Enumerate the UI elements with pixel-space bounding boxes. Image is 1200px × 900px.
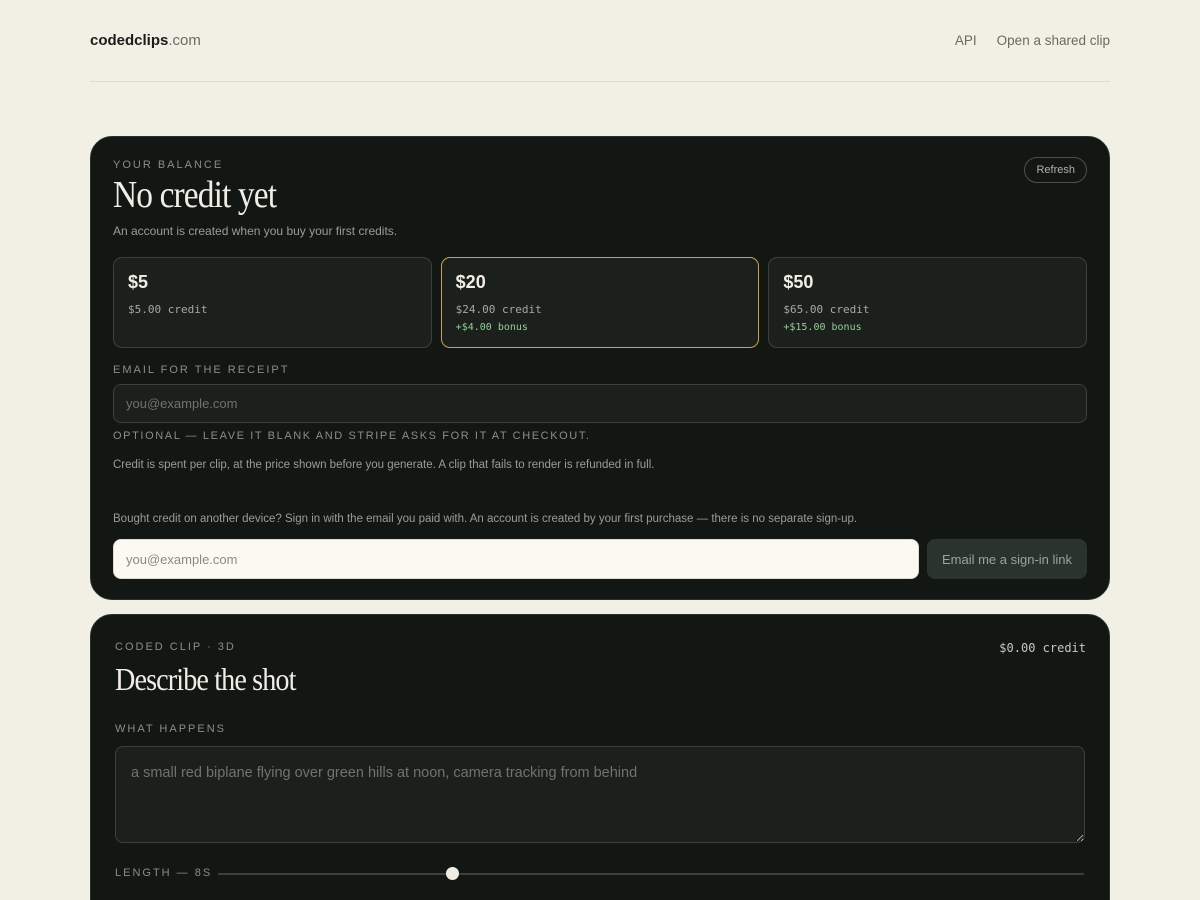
- length-slider-thumb[interactable]: [445, 867, 459, 880]
- clip-credit-balance: $0.00 credit: [999, 641, 1086, 655]
- nav-open-shared-clip-link[interactable]: Open a shared clip: [997, 33, 1110, 48]
- top-nav: API Open a shared clip: [955, 33, 1110, 48]
- clip-eyebrow: CODED CLIP · 3D: [115, 641, 236, 653]
- plan-option-20[interactable]: $20 $24.00 credit +$4.00 bonus: [440, 257, 760, 348]
- length-label: LENGTH — 8S: [115, 867, 213, 879]
- balance-title: No credit yet: [113, 174, 277, 216]
- nav-api-link[interactable]: API: [955, 33, 977, 48]
- balance-card: YOUR BALANCE No credit yet An account is…: [90, 136, 1110, 600]
- site-header: codedclips.com API Open a shared clip: [90, 0, 1110, 82]
- logo-main: codedclips: [90, 32, 169, 49]
- plan-price: $20: [455, 272, 486, 292]
- plan-option-5[interactable]: $5 $5.00 credit: [113, 257, 432, 348]
- balance-subtitle: An account is created when you buy your …: [113, 224, 398, 238]
- refresh-button[interactable]: Refresh: [1024, 157, 1087, 183]
- clip-title: Describe the shot: [115, 661, 296, 697]
- receipt-email-hint: OPTIONAL — LEAVE IT BLANK AND STRIPE ASK…: [113, 430, 591, 442]
- plan-credit: $5.00 credit: [128, 303, 208, 316]
- plan-credit: $24.00 credit: [455, 303, 542, 316]
- balance-eyebrow: YOUR BALANCE: [113, 159, 224, 171]
- plan-bonus: +$15.00 bonus: [783, 322, 862, 333]
- receipt-email-label: EMAIL FOR THE RECEIPT: [113, 364, 290, 376]
- logo[interactable]: codedclips.com: [90, 32, 201, 49]
- length-slider-track[interactable]: [218, 873, 1084, 875]
- plan-price: $5: [128, 272, 149, 292]
- logo-tld: .com: [168, 32, 201, 49]
- plan-options: $5 $5.00 credit $20 $24.00 credit +$4.00…: [113, 257, 1088, 348]
- credit-policy-text: Credit is spent per clip, at the price s…: [113, 459, 655, 471]
- signin-email-input[interactable]: [113, 539, 919, 579]
- signin-help-text: Bought credit on another device? Sign in…: [113, 513, 858, 525]
- email-signin-link-button[interactable]: Email me a sign-in link: [927, 539, 1087, 579]
- receipt-email-field[interactable]: [113, 384, 1087, 423]
- plan-price: $50: [783, 272, 814, 292]
- what-happens-label: WHAT HAPPENS: [115, 723, 226, 735]
- plan-bonus: +$4.00 bonus: [455, 322, 528, 333]
- clip-card: CODED CLIP · 3D $0.00 credit Describe th…: [90, 614, 1110, 900]
- plan-credit: $65.00 credit: [783, 303, 870, 316]
- what-happens-textarea[interactable]: [115, 746, 1085, 843]
- plan-option-50[interactable]: $50 $65.00 credit +$15.00 bonus: [768, 257, 1088, 348]
